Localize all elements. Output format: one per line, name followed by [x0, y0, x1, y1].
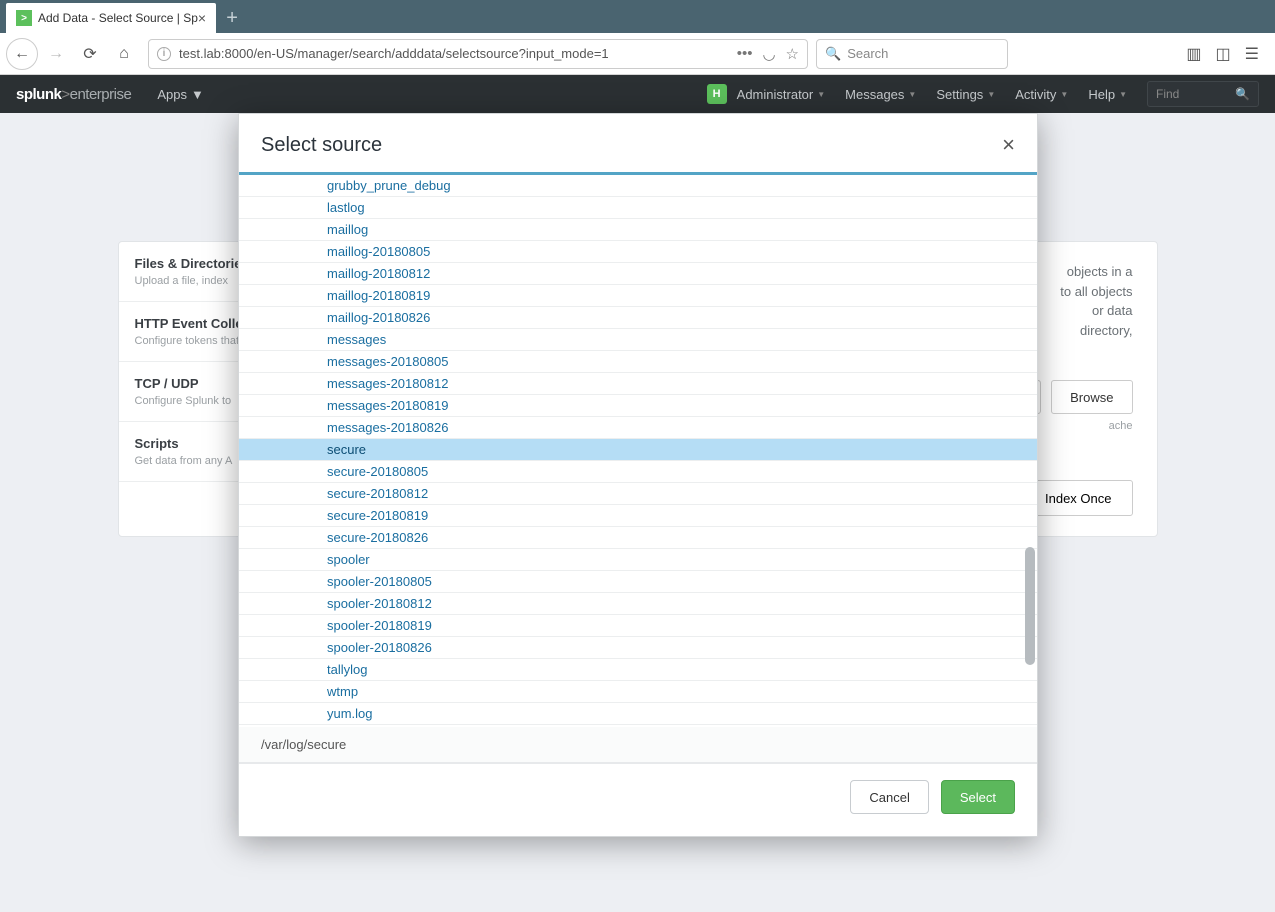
file-item[interactable]: messages [239, 329, 1037, 351]
tab-strip: > Add Data - Select Source | Sp × + [0, 0, 1275, 33]
modal-title: Select source [261, 134, 382, 157]
menu-icon[interactable]: ☰ [1245, 44, 1259, 64]
file-item[interactable]: secure-20180819 [239, 505, 1037, 527]
file-item[interactable]: spooler-20180826 [239, 637, 1037, 659]
file-item[interactable]: messages-20180826 [239, 417, 1037, 439]
file-item[interactable]: spooler-20180805 [239, 571, 1037, 593]
modal-header: Select source × [239, 114, 1037, 172]
close-tab-icon[interactable]: × [198, 10, 206, 26]
search-icon: 🔍 [1235, 87, 1250, 101]
back-button[interactable]: ← [6, 38, 38, 70]
cancel-button[interactable]: Cancel [850, 780, 928, 814]
file-item[interactable]: secure-20180805 [239, 461, 1037, 483]
find-input[interactable]: Find🔍 [1147, 81, 1259, 107]
forward-button: → [40, 38, 72, 70]
file-item[interactable]: spooler [239, 549, 1037, 571]
site-info-icon[interactable]: i [157, 47, 171, 61]
browser-tab[interactable]: > Add Data - Select Source | Sp × [6, 3, 216, 33]
selected-path: /var/log/secure [239, 727, 1037, 763]
file-item[interactable]: spooler-20180819 [239, 615, 1037, 637]
more-icon[interactable]: ••• [737, 45, 753, 63]
directory-item[interactable]: ›mail [239, 725, 1037, 727]
home-button[interactable]: ⌂ [108, 38, 140, 70]
splunk-nav: splunk>enterprise Apps▼ H Administrator▼… [0, 75, 1275, 113]
browser-chrome: > Add Data - Select Source | Sp × + ← → … [0, 0, 1275, 75]
file-item[interactable]: maillog-20180812 [239, 263, 1037, 285]
nav-help[interactable]: Help▼ [1088, 87, 1127, 102]
file-item[interactable]: grubby_prune_debug [239, 175, 1037, 197]
file-item[interactable]: maillog [239, 219, 1037, 241]
file-item[interactable]: maillog-20180826 [239, 307, 1037, 329]
nav-settings[interactable]: Settings▼ [936, 87, 995, 102]
select-source-modal: Select source × grubby_prune_debuglastlo… [238, 113, 1038, 837]
url-text: test.lab:8000/en-US/manager/search/addda… [179, 46, 609, 61]
nav-administrator[interactable]: Administrator▼ [737, 87, 826, 102]
file-item[interactable]: lastlog [239, 197, 1037, 219]
modal-footer: Cancel Select [239, 763, 1037, 836]
new-tab-button[interactable]: + [216, 3, 248, 33]
search-icon: 🔍 [825, 46, 841, 62]
library-icon[interactable]: ▥ [1186, 44, 1201, 64]
tab-title: Add Data - Select Source | Sp [38, 11, 198, 25]
file-item[interactable]: maillog-20180805 [239, 241, 1037, 263]
file-item[interactable]: messages-20180819 [239, 395, 1037, 417]
scrollbar-thumb[interactable] [1025, 547, 1035, 665]
select-button[interactable]: Select [941, 780, 1015, 814]
file-item[interactable]: secure-20180812 [239, 483, 1037, 505]
modal-body[interactable]: grubby_prune_debuglastlogmaillogmaillog-… [239, 175, 1037, 727]
browser-toolbar: ← → ⟳ ⌂ i test.lab:8000/en-US/manager/se… [0, 33, 1275, 75]
splunk-logo[interactable]: splunk>enterprise [16, 86, 131, 103]
file-item[interactable]: maillog-20180819 [239, 285, 1037, 307]
user-avatar[interactable]: H [707, 84, 727, 104]
file-item[interactable]: tallylog [239, 659, 1037, 681]
favicon-icon: > [16, 10, 32, 26]
nav-messages[interactable]: Messages▼ [845, 87, 916, 102]
index-once-button[interactable]: Index Once [1024, 480, 1133, 516]
file-item[interactable]: spooler-20180812 [239, 593, 1037, 615]
sidebar-icon[interactable]: ◫ [1216, 44, 1231, 64]
pocket-icon[interactable]: ◡ [762, 45, 775, 63]
file-item[interactable]: yum.log [239, 703, 1037, 725]
file-item[interactable]: secure [239, 439, 1037, 461]
file-item[interactable]: wtmp [239, 681, 1037, 703]
apps-menu[interactable]: Apps▼ [157, 87, 204, 102]
file-item[interactable]: messages-20180805 [239, 351, 1037, 373]
file-item[interactable]: messages-20180812 [239, 373, 1037, 395]
nav-activity[interactable]: Activity▼ [1015, 87, 1068, 102]
browser-search[interactable]: 🔍 Search [816, 39, 1008, 69]
search-placeholder: Search [847, 46, 888, 61]
file-item[interactable]: secure-20180826 [239, 527, 1037, 549]
close-modal-icon[interactable]: × [1002, 132, 1015, 158]
url-bar[interactable]: i test.lab:8000/en-US/manager/search/add… [148, 39, 808, 69]
reload-button[interactable]: ⟳ [74, 38, 106, 70]
file-tree: grubby_prune_debuglastlogmaillogmaillog-… [239, 175, 1037, 727]
bookmark-icon[interactable]: ☆ [786, 45, 799, 63]
browse-button[interactable]: Browse [1051, 380, 1132, 414]
